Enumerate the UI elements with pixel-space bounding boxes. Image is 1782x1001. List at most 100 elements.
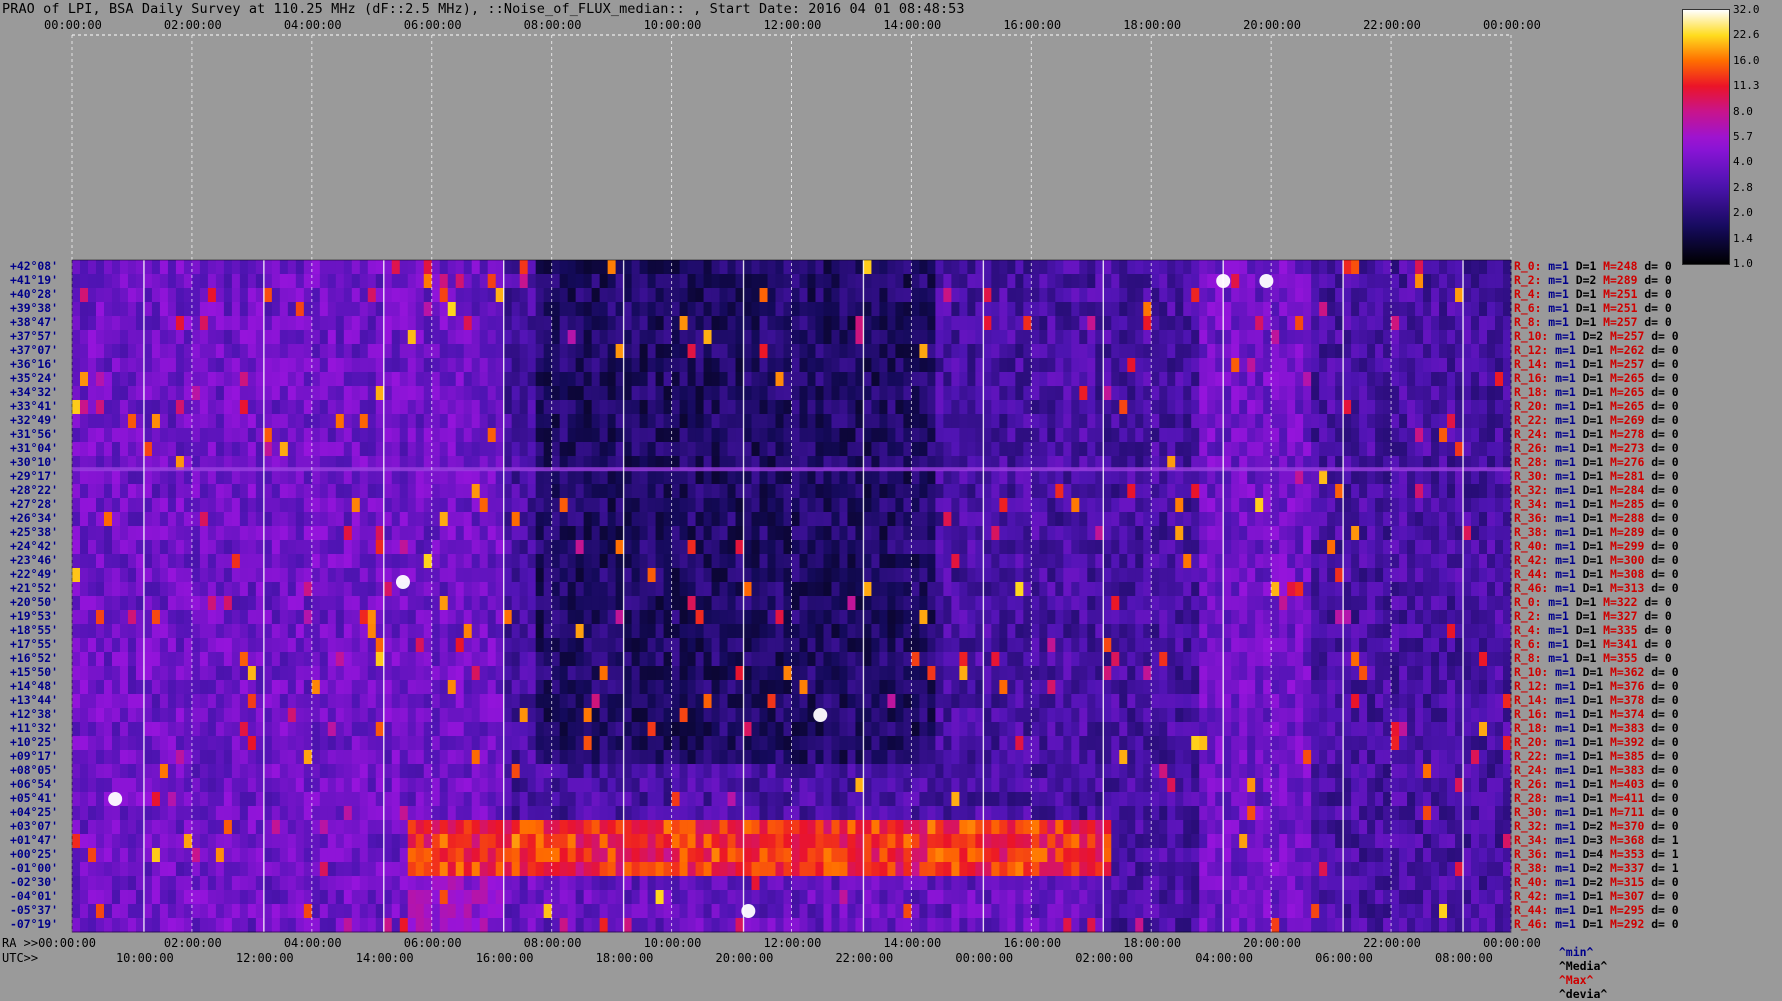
heatmap-cell [927, 554, 936, 569]
heatmap-cell [1223, 554, 1232, 569]
heatmap-cell [511, 568, 521, 583]
heatmap-cell [1247, 582, 1256, 597]
heatmap-cell [1375, 512, 1384, 527]
heatmap-cell [1071, 554, 1080, 569]
heatmap-cell [1303, 484, 1312, 499]
heatmap-cell [1135, 498, 1144, 513]
heatmap-cell [871, 498, 880, 513]
heatmap-cell [415, 428, 425, 443]
heatmap-cell [95, 316, 105, 331]
heatmap-cell [79, 386, 89, 401]
heatmap-cell [1415, 316, 1424, 331]
heatmap-cell [319, 358, 329, 373]
heatmap-cell [1359, 260, 1368, 275]
heatmap-cell [887, 260, 896, 275]
heatmap-cell [359, 568, 369, 583]
heatmap-cell [991, 260, 1000, 275]
heatmap-cell [815, 302, 824, 317]
heatmap-cell [303, 526, 313, 541]
heatmap-cell [1279, 568, 1288, 583]
heatmap-cell [127, 358, 137, 373]
heatmap-cell [695, 344, 704, 359]
heatmap-cell [1151, 624, 1160, 639]
heatmap-cell [943, 624, 952, 639]
heatmap-cell [1463, 610, 1472, 625]
heatmap-cell [351, 554, 361, 569]
heatmap-cell [1463, 554, 1472, 569]
heatmap-cell [1095, 526, 1104, 541]
heatmap-cell [711, 344, 720, 359]
heatmap-cell [759, 414, 768, 429]
heatmap-cell [1079, 498, 1088, 513]
heatmap-cell [1311, 624, 1320, 639]
heatmap-cell [415, 260, 425, 275]
heatmap-cell [303, 260, 313, 275]
heatmap-cell [911, 582, 920, 597]
heatmap-cell [1199, 386, 1208, 401]
heatmap-cell [151, 414, 161, 429]
heatmap-cell [1031, 470, 1040, 485]
heatmap-cell [503, 638, 513, 653]
heatmap-cell [599, 638, 609, 653]
heatmap-cell [999, 568, 1008, 583]
heatmap-cell [959, 498, 968, 513]
heatmap-cell [1271, 512, 1280, 527]
heatmap-cell [479, 442, 489, 457]
heatmap-cell [583, 260, 593, 275]
heatmap-cell [975, 498, 984, 513]
heatmap-cell [1495, 260, 1504, 275]
heatmap-cell [959, 470, 968, 485]
heatmap-cell [1007, 428, 1016, 443]
heatmap-cell [255, 316, 265, 331]
heatmap-cell [1215, 568, 1224, 583]
heatmap-cell [1423, 372, 1432, 387]
heatmap-cell [751, 344, 760, 359]
heatmap-cell [1343, 470, 1352, 485]
heatmap-cell [1455, 610, 1464, 625]
heatmap-cell [439, 344, 449, 359]
heatmap-cell [711, 358, 720, 373]
heatmap-cell [839, 344, 848, 359]
heatmap-cell [1303, 288, 1312, 303]
heatmap-cell [687, 442, 696, 457]
heatmap-cell [343, 316, 353, 331]
heatmap-cell [567, 414, 577, 429]
heatmap-cell [1023, 554, 1032, 569]
heatmap-cell [455, 470, 465, 485]
heatmap-cell [631, 386, 640, 401]
heatmap-cell [695, 484, 704, 499]
heatmap-cell [559, 624, 569, 639]
heatmap-cell [911, 568, 920, 583]
heatmap-cell [1199, 302, 1208, 317]
heatmap-cell [615, 260, 625, 275]
heatmap-cell [455, 330, 465, 345]
heatmap-cell [911, 302, 920, 317]
heatmap-cell [343, 302, 353, 317]
heatmap-cell [959, 442, 968, 457]
heatmap-cell [743, 582, 752, 597]
heatmap-cell [1503, 288, 1512, 303]
heatmap-cell [327, 316, 337, 331]
heatmap-cell [599, 596, 609, 611]
heatmap-cell [1247, 596, 1256, 611]
heatmap-cell [1135, 638, 1144, 653]
heatmap-cell [1031, 288, 1040, 303]
heatmap-cell [735, 610, 744, 625]
heatmap-cell [1431, 484, 1440, 499]
heatmap-cell [999, 610, 1008, 625]
heatmap-cell [1295, 386, 1304, 401]
heatmap-cell [823, 540, 832, 555]
heatmap-cell [935, 288, 944, 303]
heatmap-cell [391, 470, 401, 485]
heatmap-cell [927, 526, 936, 541]
heatmap-cell [1159, 638, 1168, 653]
heatmap-cell [647, 498, 656, 513]
heatmap-cell [415, 288, 425, 303]
heatmap-cell [967, 274, 976, 289]
heatmap-cell [1127, 470, 1136, 485]
heatmap-cell [927, 400, 936, 415]
heatmap-cell [1007, 302, 1016, 317]
heatmap-cell [343, 330, 353, 345]
heatmap-cell [87, 442, 97, 457]
heatmap-cell [1191, 526, 1200, 541]
